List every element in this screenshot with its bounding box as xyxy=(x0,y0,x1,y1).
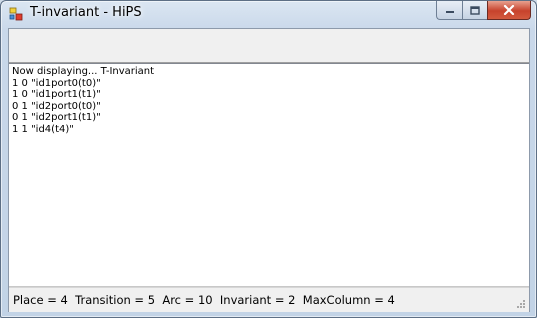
client-area: Now displaying... T-Invariant 1 0 "id1po… xyxy=(8,28,530,312)
app-window: T-invariant - HiPS Now displaying... T-I… xyxy=(0,0,537,318)
output-text-area[interactable]: Now displaying... T-Invariant 1 0 "id1po… xyxy=(9,63,529,287)
status-bar: Place = 4 Transition = 5 Arc = 10 Invari… xyxy=(9,287,529,312)
maximize-icon xyxy=(470,5,480,15)
toolbar-area xyxy=(9,29,529,63)
status-text: Place = 4 Transition = 5 Arc = 10 Invari… xyxy=(13,293,395,307)
minimize-button[interactable] xyxy=(436,1,462,20)
output-line: 1 0 "id1port1(t1)" xyxy=(12,89,101,101)
close-icon xyxy=(503,5,515,15)
resize-grip-icon[interactable] xyxy=(515,298,525,308)
output-line: Now displaying... T-Invariant xyxy=(12,66,155,77)
window-title: T-invariant - HiPS xyxy=(30,5,142,20)
close-button[interactable] xyxy=(487,1,531,20)
output-line: 0 1 "id2port1(t1)" xyxy=(12,112,101,124)
caption-buttons xyxy=(436,1,531,21)
output-line: 1 0 "id1port0(t0)" xyxy=(12,77,101,89)
minimize-icon xyxy=(445,11,454,13)
output-line: 0 1 "id2port0(t0)" xyxy=(12,100,101,112)
app-icon[interactable] xyxy=(9,7,23,21)
maximize-button[interactable] xyxy=(462,1,487,20)
output-line: 1 1 "id4(t4)" xyxy=(12,123,74,135)
title-bar[interactable]: T-invariant - HiPS xyxy=(1,1,536,27)
